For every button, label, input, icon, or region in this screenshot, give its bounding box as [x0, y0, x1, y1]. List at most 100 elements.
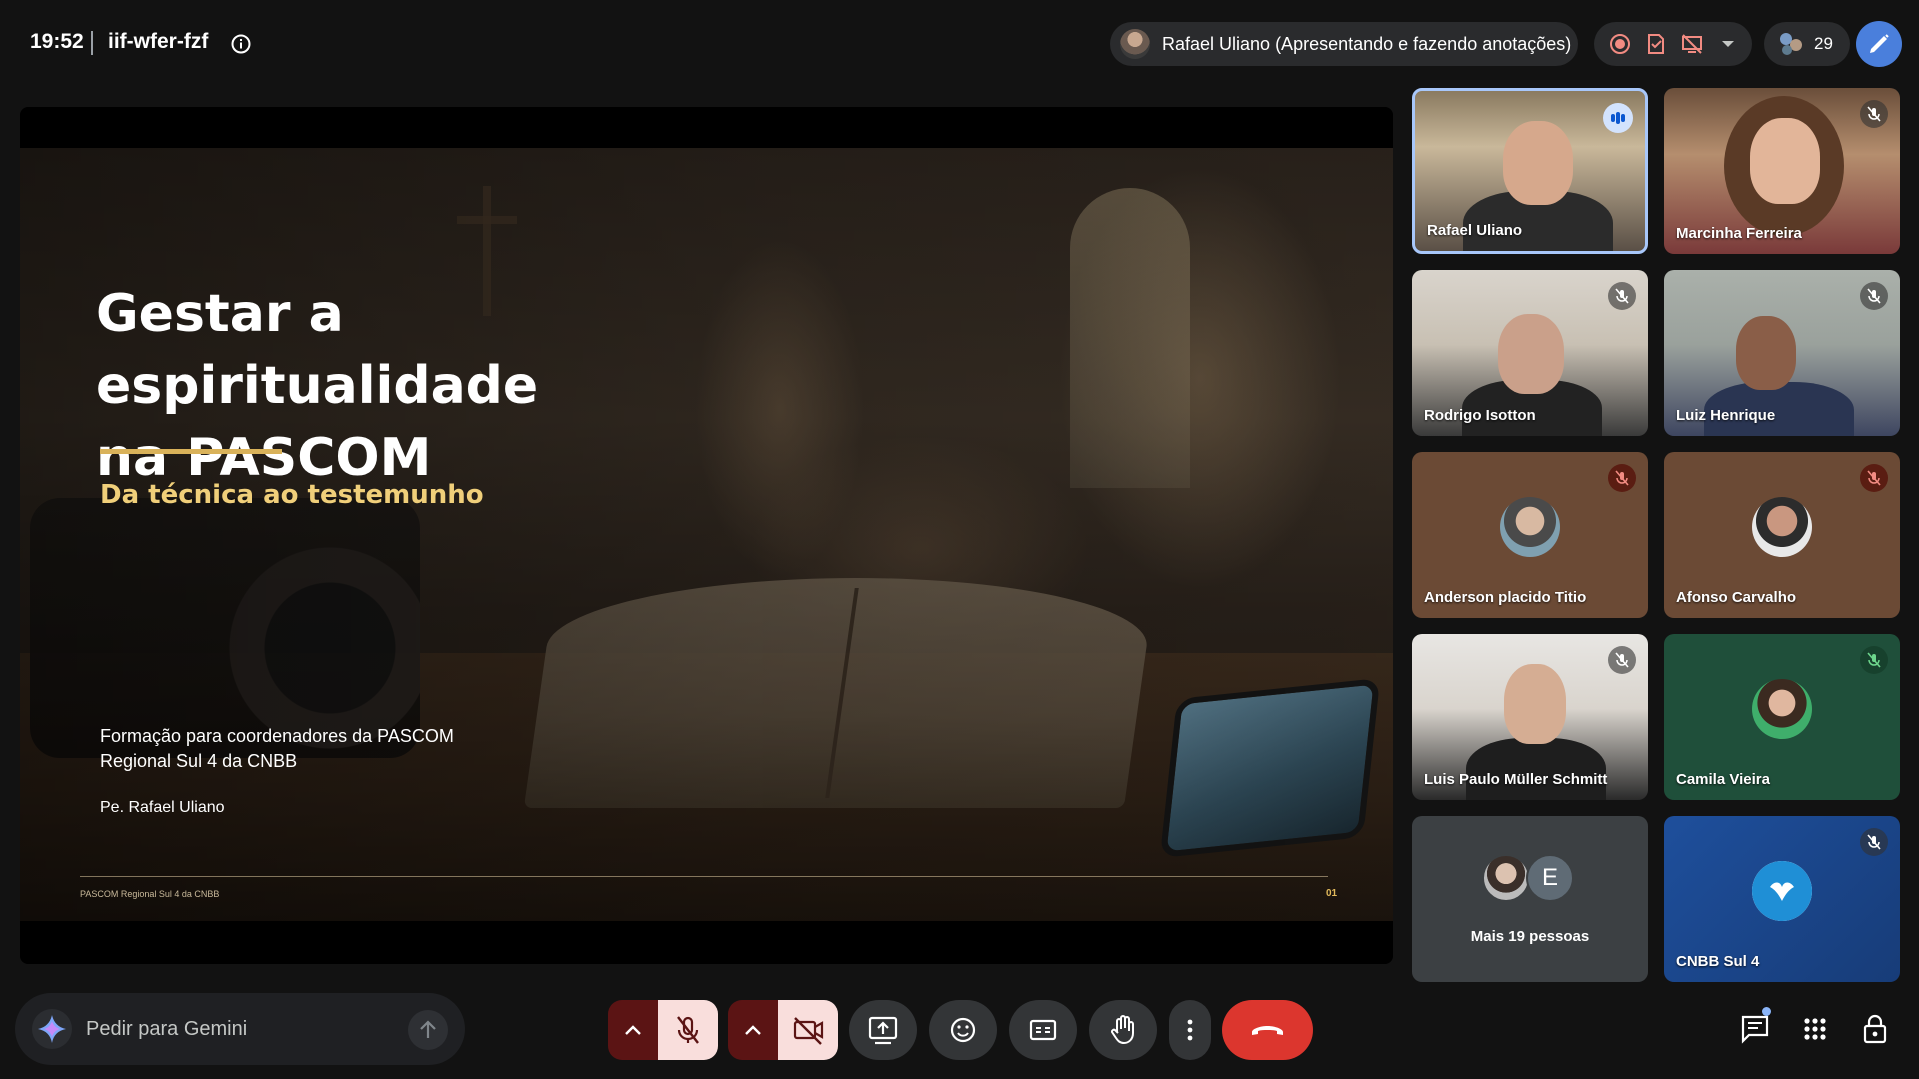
participant-tile[interactable]: Rodrigo Isotton	[1412, 270, 1648, 436]
speaking-indicator-icon	[1603, 103, 1633, 133]
gemini-prompt[interactable]: Pedir para Gemini	[15, 993, 465, 1065]
participant-name: CNBB Sul 4	[1676, 953, 1760, 970]
divider	[91, 31, 93, 55]
mic-off-icon	[1860, 464, 1888, 492]
chat-notification-badge	[1762, 1007, 1771, 1016]
host-lock-icon[interactable]	[1857, 1011, 1893, 1047]
participant-name: Afonso Carvalho	[1676, 589, 1797, 606]
participant-tile[interactable]: Anderson placido Titio	[1412, 452, 1648, 618]
camera-options-button[interactable]	[728, 1000, 778, 1060]
gemini-icon	[32, 1009, 72, 1049]
video-face	[1498, 314, 1564, 394]
participant-avatar	[1482, 854, 1530, 902]
more-participants-avatars: E	[1482, 854, 1582, 904]
mic-off-icon	[1608, 464, 1636, 492]
camera-toggle-button[interactable]	[778, 1000, 838, 1060]
mic-toggle-button[interactable]	[658, 1000, 718, 1060]
people-icon	[1776, 30, 1806, 58]
participant-avatar	[1752, 497, 1812, 557]
mic-off-icon	[1608, 646, 1636, 674]
slide-author: Pe. Rafael Uliano	[100, 799, 225, 816]
participant-name: Luiz Henrique	[1676, 407, 1776, 424]
present-screen-icon	[868, 1016, 898, 1045]
clock: 19:52	[30, 30, 84, 53]
present-button[interactable]	[849, 1000, 917, 1060]
presentation-stage: Gestar a espiritualidade na PASCOM Da té…	[20, 107, 1393, 964]
video-body	[1466, 738, 1606, 800]
slide-footer-text: PASCOM Regional Sul 4 da CNBB	[80, 889, 220, 899]
chevron-up-icon	[745, 1025, 761, 1035]
gemini-input[interactable]: Pedir para Gemini	[86, 1018, 247, 1041]
notes-icon[interactable]	[1644, 32, 1668, 56]
top-bar: 19:52 iif-wfer-fzf Rafael Uliano (Aprese…	[0, 0, 1919, 88]
more-options-button[interactable]	[1169, 1000, 1211, 1060]
slide-info-line2: Regional Sul 4 da CNBB	[100, 751, 298, 771]
pen-icon	[1870, 34, 1889, 53]
video-face	[1750, 118, 1820, 204]
participant-name: Luis Paulo Müller Schmitt	[1424, 771, 1608, 788]
mic-options-button[interactable]	[608, 1000, 658, 1060]
activities-icon[interactable]	[1797, 1011, 1833, 1047]
presenter-status[interactable]: Rafael Uliano (Apresentando e fazendo an…	[1110, 22, 1578, 66]
slide-shade	[20, 148, 1393, 921]
meeting-tools	[1594, 22, 1752, 66]
participant-name: Rodrigo Isotton	[1424, 407, 1536, 424]
slide-title-line1: Gestar a espiritualidade	[96, 284, 539, 416]
slide: Gestar a espiritualidade na PASCOM Da té…	[20, 148, 1393, 921]
camera-off-icon	[793, 1017, 824, 1045]
mic-off-icon	[1860, 100, 1888, 128]
reactions-button[interactable]	[929, 1000, 997, 1060]
slide-footer-rule	[80, 876, 1328, 877]
participants-button[interactable]: 29	[1764, 22, 1850, 66]
slide-title: Gestar a espiritualidade na PASCOM	[96, 278, 796, 494]
meeting-code: iif-wfer-fzf	[108, 30, 209, 53]
mic-off-icon	[1860, 282, 1888, 310]
participant-tile[interactable]: Camila Vieira	[1664, 634, 1900, 800]
mic-off-icon	[677, 1016, 699, 1044]
chevron-down-icon[interactable]	[1716, 32, 1740, 56]
hangup-icon	[1252, 1026, 1283, 1035]
participant-tile[interactable]: Marcinha Ferreira	[1664, 88, 1900, 254]
emoji-icon	[950, 1017, 976, 1043]
mic-off-icon	[1860, 646, 1888, 674]
send-icon[interactable]	[408, 1010, 448, 1050]
chevron-up-icon	[625, 1025, 641, 1035]
presenter-avatar	[1120, 29, 1150, 59]
mic-off-icon	[1860, 828, 1888, 856]
video-face	[1504, 664, 1566, 744]
cnbb-logo-icon	[1752, 861, 1812, 921]
participant-name: Rafael Uliano	[1427, 222, 1523, 239]
participant-avatar	[1500, 497, 1560, 557]
participant-avatar	[1752, 861, 1812, 921]
participant-name: Anderson placido Titio	[1424, 589, 1587, 606]
host-controls-button[interactable]	[1856, 21, 1902, 67]
captions-icon	[1029, 1019, 1057, 1041]
presenter-label: Rafael Uliano (Apresentando e fazendo an…	[1162, 33, 1572, 54]
participant-count: 29	[1814, 34, 1833, 53]
presentation-off-icon[interactable]	[1680, 32, 1704, 56]
participant-name: Camila Vieira	[1676, 771, 1770, 788]
slide-subtitle: Da técnica ao testemunho	[100, 480, 484, 510]
raise-hand-icon	[1111, 1015, 1134, 1045]
info-icon[interactable]	[230, 33, 252, 55]
mic-off-icon	[1608, 282, 1636, 310]
slide-info-line1: Formação para coordenadores da PASCOM	[100, 726, 454, 746]
chat-icon[interactable]	[1737, 1011, 1773, 1047]
leave-call-button[interactable]	[1222, 1000, 1313, 1060]
participant-tile[interactable]: Afonso Carvalho	[1664, 452, 1900, 618]
more-participants-tile[interactable]: E Mais 19 pessoas	[1412, 816, 1648, 982]
participant-tile[interactable]: Rafael Uliano	[1412, 88, 1648, 254]
participant-avatar	[1752, 679, 1812, 739]
participant-tile[interactable]: Luis Paulo Müller Schmitt	[1412, 634, 1648, 800]
more-participants-label: Mais 19 pessoas	[1470, 928, 1590, 945]
captions-button[interactable]	[1009, 1000, 1077, 1060]
raise-hand-button[interactable]	[1089, 1000, 1157, 1060]
video-face	[1503, 121, 1573, 205]
slide-page-number: 01	[1326, 888, 1338, 899]
more-vert-icon	[1187, 1019, 1193, 1041]
record-icon[interactable]	[1608, 32, 1632, 56]
participant-tile[interactable]: Luiz Henrique	[1664, 270, 1900, 436]
participant-tile[interactable]: CNBB Sul 4	[1664, 816, 1900, 982]
participant-avatar-letter: E	[1526, 854, 1574, 902]
slide-title-rule	[100, 449, 282, 454]
